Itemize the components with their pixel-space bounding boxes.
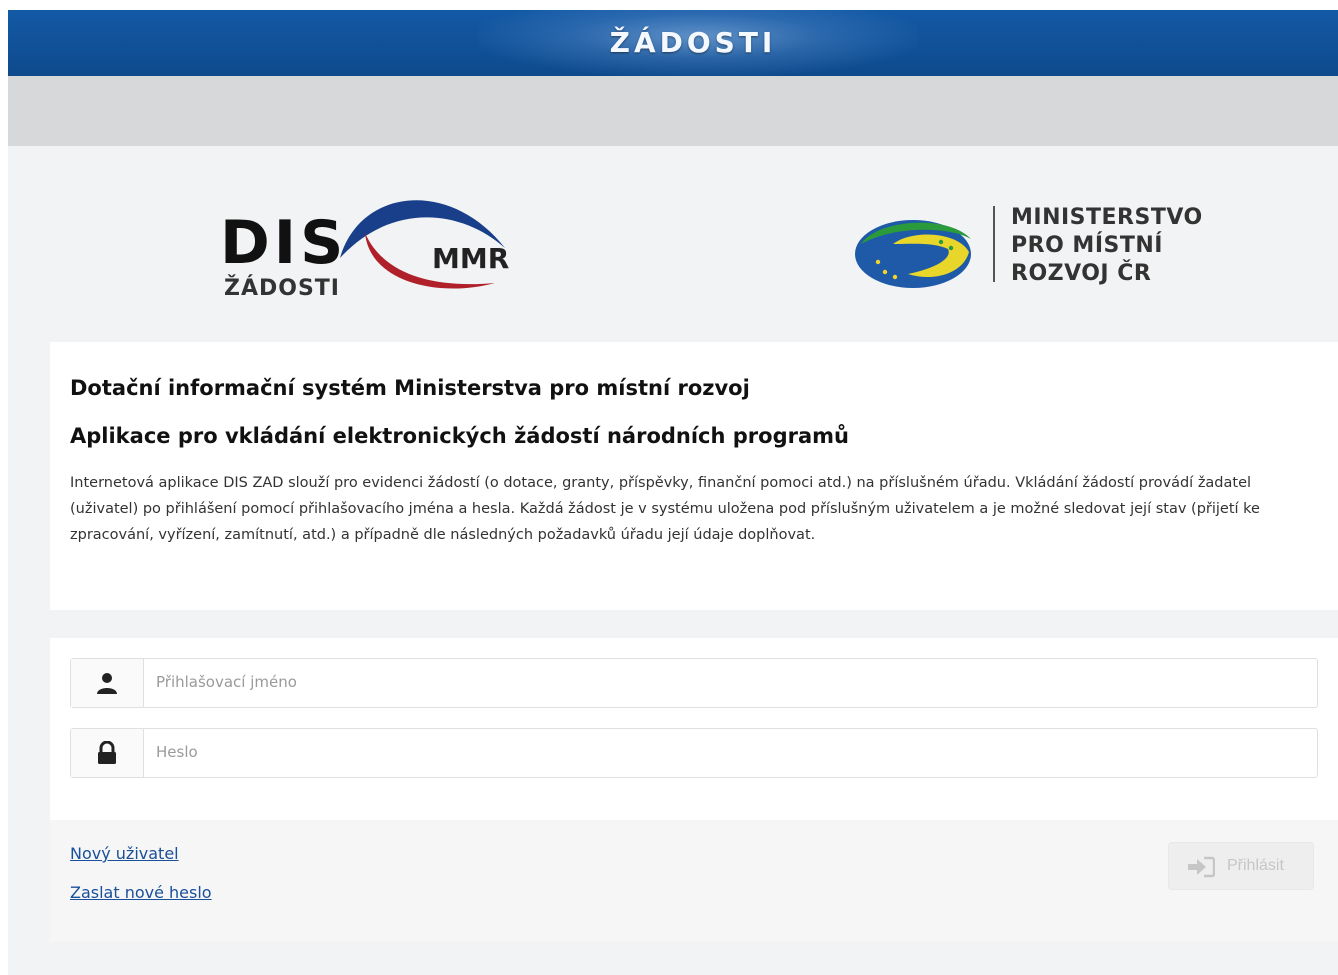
page: ŽÁDOSTI DIS MMR ŽÁDOSTI MINISTERSTVO PRO… bbox=[8, 10, 1338, 975]
dis-mmr-logo: DIS MMR ŽÁDOSTI bbox=[220, 188, 520, 308]
info-panel: Dotační informační systém Ministerstva p… bbox=[50, 342, 1338, 610]
password-field-group bbox=[70, 728, 1318, 778]
lock-icon bbox=[98, 741, 116, 764]
username-input[interactable] bbox=[144, 659, 1316, 705]
user-icon bbox=[97, 673, 117, 694]
ministry-logo-divider bbox=[993, 206, 995, 282]
login-panel: Nový uživatel Zaslat nové heslo Přihlási… bbox=[50, 638, 1338, 942]
top-banner: ŽÁDOSTI bbox=[8, 10, 1338, 76]
application-description: Internetová aplikace DIS ZAD slouží pro … bbox=[70, 475, 1260, 543]
login-button[interactable]: Přihlásit bbox=[1168, 842, 1314, 890]
ministry-logo: MINISTERSTVO PRO MÍSTNÍ ROZVOJ ČR bbox=[853, 204, 1213, 306]
grey-toolbar bbox=[8, 76, 1338, 146]
ministry-name: MINISTERSTVO PRO MÍSTNÍ ROZVOJ ČR bbox=[1011, 204, 1203, 288]
login-button-label: Přihlásit bbox=[1227, 857, 1284, 874]
ministry-name-line-2: PRO MÍSTNÍ bbox=[1011, 233, 1163, 258]
sign-in-icon bbox=[1188, 856, 1215, 878]
dis-logo-subtitle: ŽÁDOSTI bbox=[224, 276, 340, 301]
new-user-link[interactable]: Nový uživatel bbox=[70, 844, 179, 863]
password-input[interactable] bbox=[144, 729, 1316, 775]
ministry-name-line-3: ROZVOJ ČR bbox=[1011, 261, 1152, 286]
login-footer: Nový uživatel Zaslat nové heslo Přihlási… bbox=[50, 820, 1338, 942]
dis-logo-text: DIS bbox=[220, 208, 348, 278]
reset-password-link[interactable]: Zaslat nové heslo bbox=[70, 883, 212, 902]
username-addon bbox=[71, 659, 144, 707]
application-title: Aplikace pro vkládání elektronických žád… bbox=[70, 424, 849, 448]
login-fields bbox=[50, 638, 1338, 820]
banner-title: ŽÁDOSTI bbox=[609, 26, 777, 59]
system-title: Dotační informační systém Ministerstva p… bbox=[70, 376, 750, 400]
ministry-name-line-1: MINISTERSTVO bbox=[1011, 205, 1203, 230]
password-addon bbox=[71, 729, 144, 777]
mmr-logo-text: MMR bbox=[432, 242, 510, 275]
ministry-emblem-icon bbox=[855, 220, 971, 288]
username-field-group bbox=[70, 658, 1318, 708]
